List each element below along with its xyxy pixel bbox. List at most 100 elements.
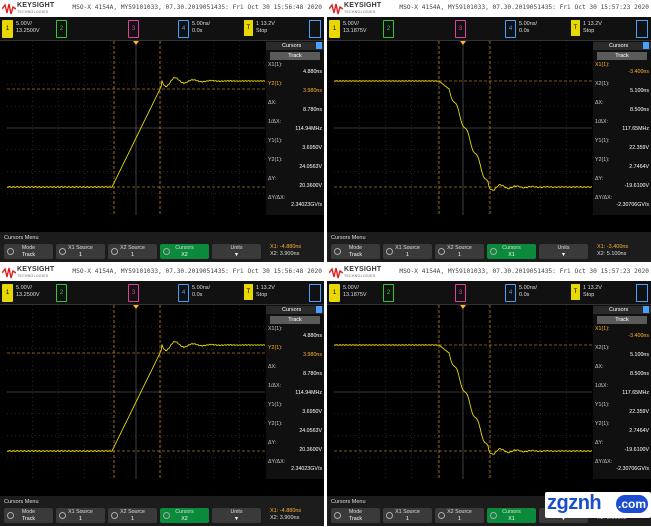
trigger-button[interactable]: T	[571, 284, 580, 300]
trigger-button[interactable]: T	[571, 20, 580, 36]
waveform-display[interactable]	[7, 41, 265, 215]
channel-1-settings[interactable]: 5.00V/13.1875V	[343, 21, 367, 35]
scope-screen-3: KEYSIGHT TECHNOLOGIES MSO-X 4154A, MY591…	[0, 264, 324, 526]
x2-source-softkey[interactable]: X2 Source 1	[435, 244, 484, 259]
brand-name: KEYSIGHT	[344, 2, 382, 9]
x1-source-softkey[interactable]: X1 Source 1	[56, 244, 105, 259]
mode-softkey[interactable]: Mode Track	[4, 244, 53, 259]
cursor-panel-header: Cursors	[266, 42, 324, 50]
cursor-readout-key: Y2(1):	[268, 421, 283, 427]
x1-source-softkey[interactable]: X1 Source 1	[383, 244, 432, 259]
cursor-readout-key: X1(1):	[268, 326, 283, 332]
cursor-readout: X1: -4.880ns X2: 3.900ns	[270, 244, 302, 257]
cursor-readout-value: 114.94MHz	[295, 390, 322, 396]
waveform-display[interactable]	[7, 305, 265, 479]
display-grid-icon[interactable]	[636, 284, 648, 302]
channel-2-button[interactable]: 2	[383, 284, 394, 302]
cursor-readout-key: ΔX:	[595, 364, 604, 370]
channel-1-button[interactable]: 1	[2, 20, 13, 38]
timebase-settings[interactable]: 5.00ns/0.0s	[192, 285, 210, 299]
channel-1-settings[interactable]: 5.00V/13.2500V	[16, 21, 40, 35]
cursor-readout-row: ΔY: 20.3600V	[268, 440, 322, 456]
channel-4-button[interactable]: 4	[178, 20, 189, 38]
channel-4-button[interactable]: 4	[505, 284, 516, 302]
display-grid-icon[interactable]	[309, 284, 321, 302]
waveform-display[interactable]	[334, 305, 592, 479]
cursor-readout-value: 22.359V	[629, 409, 649, 415]
x2-source-softkey[interactable]: X2 Source 1	[435, 508, 484, 523]
x1-source-softkey[interactable]: X1 Source 1	[56, 508, 105, 523]
units-softkey[interactable]: Units▼	[539, 244, 588, 259]
cursor-readout-row: X1(1): 4.880ns	[268, 326, 322, 342]
x2-source-softkey[interactable]: X2 Source 1	[108, 508, 157, 523]
cursor-readout-row: ΔY/ΔX: 2.34023GV/s	[268, 195, 322, 211]
scope-screen-1: KEYSIGHT TECHNOLOGIES MSO-X 4154A, MY591…	[0, 0, 324, 262]
cursor-readout-value: 117.65MHz	[622, 390, 649, 396]
cursors-softkey[interactable]: Cursors X2	[160, 508, 209, 523]
channel-2-button[interactable]: 2	[383, 20, 394, 38]
close-icon[interactable]	[643, 42, 649, 49]
channel-1-button[interactable]: 1	[329, 20, 340, 38]
channel-3-button[interactable]: 3	[128, 20, 139, 38]
cursor-readout-row: ΔX: 8.780ns	[268, 100, 322, 116]
mode-softkey[interactable]: Mode Track	[331, 508, 380, 523]
instrument-title: MSO-X 4154A, MY59101033, 07.30.201905143…	[72, 4, 322, 11]
cursor-readout-value: 20.3600V	[299, 447, 322, 453]
cursor-readout-key: ΔY/ΔX:	[595, 195, 613, 201]
waveform-display[interactable]	[334, 41, 592, 215]
cursor-readout-row: Y2(1): 3.980ns	[268, 81, 322, 97]
cursor-readout-row: ΔY: -19.6100V	[595, 176, 649, 192]
channel-3-button[interactable]: 3	[455, 284, 466, 302]
trigger-button[interactable]: T	[244, 284, 253, 300]
instrument-title: MSO-X 4154A, MY59101033, 07.30.201905143…	[72, 268, 322, 275]
cursor-readout-value: 3.6950V	[302, 145, 322, 151]
trigger-button[interactable]: T	[244, 20, 253, 36]
cursors-softkey[interactable]: Cursors X1	[487, 508, 536, 523]
channel-marker-strip	[0, 41, 7, 215]
mode-softkey[interactable]: Mode Track	[4, 508, 53, 523]
timebase-settings[interactable]: 5.00ns/0.0s	[192, 21, 210, 35]
x1-source-softkey[interactable]: X1 Source 1	[383, 508, 432, 523]
x2-source-softkey[interactable]: X2 Source 1	[108, 244, 157, 259]
units-softkey[interactable]: Units▼	[212, 244, 261, 259]
cursor-readout-value: 3.980ns	[303, 352, 322, 358]
channel-3-button[interactable]: 3	[128, 284, 139, 302]
cursor-readout-key: X2(1):	[595, 345, 610, 351]
channel-1-button[interactable]: 1	[329, 284, 340, 302]
channel-4-button[interactable]: 4	[178, 284, 189, 302]
cursor-readout-key: 1/ΔX:	[268, 383, 281, 389]
channel-1-settings[interactable]: 5.00V/13.2500V	[16, 285, 40, 299]
channel-4-button[interactable]: 4	[505, 20, 516, 38]
brand-sub: TECHNOLOGIES	[17, 10, 49, 14]
cursor-readout-key: ΔY/ΔX:	[595, 459, 613, 465]
channel-1-settings[interactable]: 5.00V/13.1875V	[343, 285, 367, 299]
close-icon[interactable]	[316, 42, 322, 49]
cursor-readout-value: 8.780ns	[303, 371, 322, 377]
cursor-readout-value: -19.6100V	[624, 183, 649, 189]
cursors-softkey[interactable]: Cursors X1	[487, 244, 536, 259]
cursors-softkey[interactable]: Cursors X2	[160, 244, 209, 259]
display-grid-icon[interactable]	[636, 20, 648, 38]
channel-3-button[interactable]: 3	[455, 20, 466, 38]
mode-softkey[interactable]: Mode Track	[331, 244, 380, 259]
channel-2-button[interactable]: 2	[56, 284, 67, 302]
title-bar: KEYSIGHT TECHNOLOGIES MSO-X 4154A, MY591…	[0, 264, 324, 281]
cursor-readout-key: Y1(1):	[268, 402, 283, 408]
units-softkey[interactable]: Units▼	[212, 508, 261, 523]
close-icon[interactable]	[643, 306, 649, 313]
display-grid-icon[interactable]	[309, 20, 321, 38]
channel-marker-strip	[327, 305, 334, 479]
scope-screen-2: KEYSIGHT TECHNOLOGIES MSO-X 4154A, MY591…	[327, 0, 651, 262]
waveform-plot	[334, 41, 592, 215]
cursor-readout-value: 4.880ns	[303, 333, 322, 339]
close-icon[interactable]	[316, 306, 322, 313]
waveform-plot	[7, 41, 265, 215]
status-bar: 1 5.00V/13.1875V 2 3 4 5.00ns/0.0s T 1 1…	[327, 17, 651, 41]
channel-2-button[interactable]: 2	[56, 20, 67, 38]
timebase-settings[interactable]: 5.00ns/0.0s	[519, 21, 537, 35]
cursor-readout-row: 1/ΔX: 114.94MHz	[268, 383, 322, 399]
cursor-readout-value: -19.6100V	[624, 447, 649, 453]
timebase-settings[interactable]: 5.00ns/0.0s	[519, 285, 537, 299]
cursor-readout-value: 114.94MHz	[295, 126, 322, 132]
channel-1-button[interactable]: 1	[2, 284, 13, 302]
